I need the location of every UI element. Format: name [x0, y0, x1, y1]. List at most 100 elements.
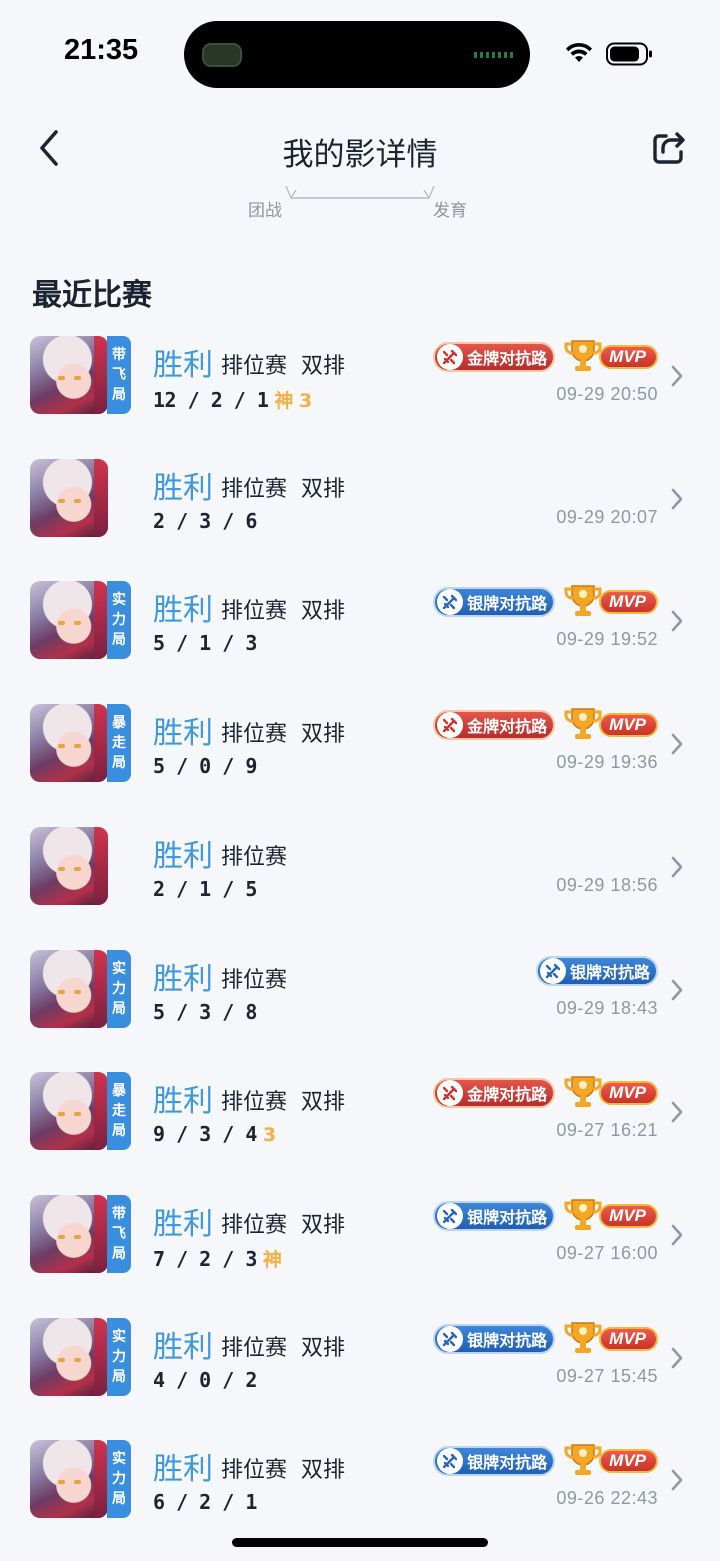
lane-badge: 银牌对抗路: [433, 1200, 556, 1231]
match-kda: 7 / 2 / 3神: [153, 1245, 282, 1272]
lane-badge: 银牌对抗路: [433, 1323, 556, 1354]
kda-value: 6 / 2 / 1: [153, 1490, 257, 1515]
mvp-label: MVP: [599, 1081, 658, 1106]
kda-value: 2 / 1 / 5: [153, 876, 257, 901]
lane-badge-label: 金牌对抗路: [467, 717, 548, 737]
match-kda: 9 / 3 / 43: [153, 1122, 276, 1146]
chevron-right-icon[interactable]: [670, 364, 684, 388]
match-time: 09-27 15:45: [556, 1365, 658, 1386]
trophy-icon: [564, 585, 602, 617]
chevron-right-icon[interactable]: [670, 1100, 684, 1124]
mvp-badge: MVP: [563, 1321, 658, 1354]
match-row[interactable]: 暴走局胜利 排位赛 双排 5 / 0 / 9 金牌对抗路 MVP 09-29 19:36: [0, 704, 720, 814]
trophy-icon: [564, 1321, 602, 1353]
match-kda: 6 / 2 / 1: [153, 1490, 257, 1514]
trophy-icon: [564, 1076, 602, 1108]
match-tag-char: 飞: [112, 367, 126, 383]
match-badges: 银牌对抗路 MVP: [433, 1321, 658, 1356]
chevron-right-icon[interactable]: [670, 487, 684, 511]
match-badges: 银牌对抗路 MVP: [433, 1444, 658, 1478]
lane-badge: 银牌对抗路: [433, 587, 556, 618]
match-tag-char: 力: [112, 1348, 126, 1365]
lane-badge-label: 金牌对抗路: [467, 1085, 548, 1105]
tab-development[interactable]: 发育: [433, 196, 467, 221]
trophy-icon: [564, 708, 602, 740]
trophy-icon: [564, 1199, 602, 1230]
kda-value: 5 / 3 / 8: [153, 999, 257, 1024]
kda-value: 12 / 2 / 1: [153, 388, 269, 412]
match-result: 胜利: [153, 348, 213, 383]
island-audio-indicator: [474, 52, 514, 58]
match-tag-char: 飞: [112, 1225, 126, 1242]
match-row[interactable]: 带飞局胜利 排位赛 双排 12 / 2 / 1神 3 金牌对抗路 MVP 09-29 20…: [0, 336, 720, 446]
match-result: 胜利: [153, 1452, 213, 1488]
battery-icon: [606, 42, 652, 66]
match-mode: 排位赛 双排: [221, 599, 345, 625]
sword-icon: [437, 1080, 464, 1107]
lane-badge: 银牌对抗路: [433, 1446, 556, 1477]
match-tag: 暴走局: [107, 704, 131, 783]
mvp-badge: MVP: [563, 585, 658, 617]
mvp-label: MVP: [599, 1449, 658, 1474]
match-tag: 带飞局: [107, 336, 131, 414]
match-time: 09-29 20:07: [556, 506, 658, 527]
match-tag-char: 走: [112, 1103, 126, 1120]
page-title: 我的影详情: [282, 137, 438, 173]
match-time: 09-27 16:21: [556, 1120, 658, 1141]
home-indicator[interactable]: [232, 1538, 488, 1547]
dynamic-island: [184, 21, 530, 88]
match-row[interactable]: 实力局胜利 排位赛 双排 4 / 0 / 2 银牌对抗路 MVP 09-27 15:45: [0, 1317, 720, 1428]
hero-avatar: [30, 826, 108, 905]
mvp-badge: MVP: [563, 1444, 658, 1476]
status-time: 21:35: [64, 34, 139, 66]
match-mode: 排位赛 双排: [221, 722, 345, 748]
island-activity-icon: [202, 43, 242, 67]
match-time: 09-26 22:43: [556, 1488, 658, 1509]
match-mode: 排位赛 双排: [221, 354, 345, 379]
match-time: 09-29 20:50: [556, 384, 658, 404]
match-row[interactable]: 带飞局胜利 排位赛 双排 7 / 2 / 3 神银牌对抗路 MVP 09-27 16:00: [0, 1194, 720, 1305]
tab-teamfight[interactable]: 团战: [248, 196, 282, 221]
sword-icon: [437, 589, 464, 616]
match-result: 胜利: [153, 961, 213, 997]
section-title: 最近比赛: [32, 278, 152, 313]
match-time: 09-29 18:56: [556, 874, 658, 895]
match-mode: 排位赛 双排: [221, 476, 345, 502]
match-result: 胜利: [153, 470, 213, 506]
hero-avatar: [30, 458, 108, 537]
hero-avatar: [30, 949, 108, 1028]
match-time: 09-29 18:43: [556, 997, 658, 1018]
lane-badge: 金牌对抗路: [433, 1078, 556, 1109]
mvp-badge: MVP: [563, 1076, 658, 1108]
share-icon[interactable]: [650, 128, 690, 168]
match-kda: 5 / 3 / 8: [153, 1000, 257, 1024]
match-row[interactable]: 实力局胜利 排位赛 双排 6 / 2 / 1 银牌对抗路 MVP 09-26 22:43: [0, 1440, 720, 1550]
match-row[interactable]: 胜利 排位赛 2 / 1 / 5 09-29 18:56: [0, 826, 720, 937]
hero-avatar: [30, 1194, 108, 1273]
match-result: 胜利: [153, 593, 213, 629]
kda-value: 2 / 3 / 6: [153, 508, 257, 533]
chevron-right-icon[interactable]: [670, 1223, 684, 1247]
mvp-badge: MVP: [563, 340, 658, 372]
chevron-right-icon[interactable]: [670, 609, 684, 633]
match-tag-char: 实: [112, 1451, 126, 1468]
match-time: 09-29 19:52: [556, 629, 658, 650]
chevron-right-icon[interactable]: [670, 1468, 684, 1492]
kda-value: 5 / 0 / 9: [153, 754, 257, 779]
chevron-right-icon[interactable]: [670, 978, 684, 1002]
match-tag-char: 暴: [112, 1083, 126, 1100]
match-row[interactable]: 实力局胜利 排位赛 5 / 3 / 8 银牌对抗路 09-29 18:43: [0, 949, 720, 1060]
match-result: 胜利: [153, 716, 213, 752]
chevron-right-icon[interactable]: [670, 855, 684, 879]
match-row[interactable]: 胜利 排位赛 双排 2 / 3 / 6 09-29 20:07: [0, 458, 720, 569]
mvp-label: MVP: [599, 1326, 658, 1351]
chevron-right-icon[interactable]: [670, 1346, 684, 1370]
match-row[interactable]: 暴走局胜利 排位赛 双排 9 / 3 / 4 3 金牌对抗路 MVP 09-27 16:21: [0, 1072, 720, 1182]
lane-badge-label: 银牌对抗路: [569, 962, 650, 982]
chevron-right-icon[interactable]: [670, 732, 684, 756]
lane-badge: 银牌对抗路: [535, 955, 658, 986]
match-row[interactable]: 实力局胜利 排位赛 双排 5 / 1 / 3 银牌对抗路 MVP 09-29 19:52: [0, 581, 720, 691]
match-tag: 暴走局: [107, 1072, 131, 1151]
match-badges: 银牌对抗路 MVP: [433, 1199, 658, 1233]
match-kda: 2 / 1 / 5: [153, 877, 257, 901]
